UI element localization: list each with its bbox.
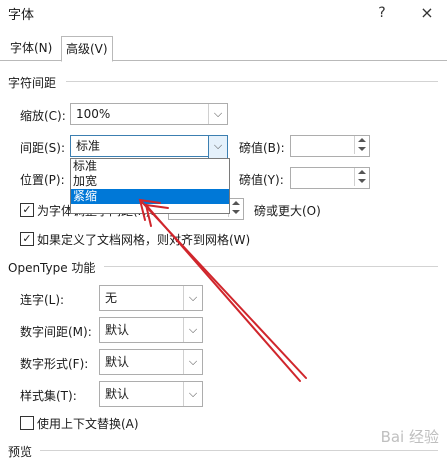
scale-label: 缩放(C):	[20, 109, 66, 123]
num-forms-combo[interactable]: 默认 ⌵	[99, 349, 203, 375]
spin-up-icon[interactable]	[355, 136, 369, 145]
chevron-down-icon[interactable]: ⌵	[183, 286, 202, 310]
dropdown-option-standard[interactable]: 标准	[71, 159, 229, 174]
grid-label: 如果定义了文档网格，则对齐到网格(W)	[37, 233, 251, 247]
position-pt-label: 磅值(Y):	[239, 173, 284, 187]
tab-advanced[interactable]: 高级(V)	[61, 36, 113, 62]
num-forms-value: 默认	[105, 355, 130, 369]
contextual-label: 使用上下文替换(A)	[37, 417, 139, 431]
spin-down-icon[interactable]	[355, 177, 369, 186]
spin-down-icon[interactable]	[229, 208, 243, 217]
spin-up-icon[interactable]	[355, 168, 369, 177]
chevron-down-icon[interactable]: ⌵	[183, 318, 202, 342]
grid-checkbox[interactable]: ✓	[20, 232, 34, 246]
num-spacing-value: 默认	[105, 323, 130, 337]
section-divider	[40, 450, 438, 451]
style-sets-combo[interactable]: 默认 ⌵	[99, 381, 203, 407]
position-pt-spinner[interactable]	[290, 167, 370, 189]
tab-font[interactable]: 字体(N)	[6, 36, 56, 60]
section-divider	[66, 81, 438, 82]
help-button[interactable]: ?	[371, 2, 393, 24]
close-button[interactable]: ×	[416, 2, 438, 24]
dialog-title: 字体	[8, 8, 35, 23]
spacing-combo[interactable]: 标准 ⌵	[70, 135, 228, 159]
kerning-suffix: 磅或更大(O)	[254, 204, 321, 218]
ligatures-value: 无	[105, 291, 118, 305]
style-sets-label: 样式集(T):	[20, 389, 77, 403]
num-forms-label: 数字形式(F):	[20, 357, 89, 371]
scale-combo[interactable]: 100% ⌵	[70, 103, 228, 125]
contextual-checkbox[interactable]	[20, 416, 34, 430]
num-spacing-label: 数字间距(M):	[20, 325, 92, 339]
chevron-down-icon[interactable]: ⌵	[183, 350, 202, 374]
chevron-down-icon[interactable]: ⌵	[208, 135, 228, 159]
ligatures-label: 连字(L):	[20, 293, 65, 307]
watermark-logo: Bai 经验	[380, 428, 439, 446]
spacing-label: 间距(S):	[20, 141, 66, 155]
spacing-pt-label: 磅值(B):	[239, 141, 285, 155]
spacing-value: 标准	[76, 139, 101, 153]
spin-up-icon[interactable]	[229, 199, 243, 208]
spin-down-icon[interactable]	[355, 145, 369, 154]
spacing-pt-spinner[interactable]	[290, 135, 370, 157]
dropdown-option-condensed[interactable]: 紧缩	[71, 189, 229, 204]
position-label: 位置(P):	[20, 173, 65, 187]
num-spacing-combo[interactable]: 默认 ⌵	[99, 317, 203, 343]
ligatures-combo[interactable]: 无 ⌵	[99, 285, 203, 311]
chevron-down-icon[interactable]: ⌵	[208, 104, 227, 124]
section-preview: 预览	[8, 445, 33, 459]
section-char-spacing: 字符间距	[8, 76, 57, 90]
kerning-checkbox[interactable]: ✓	[20, 203, 34, 217]
style-sets-value: 默认	[105, 387, 130, 401]
section-divider	[104, 266, 438, 267]
spacing-dropdown-list[interactable]: 标准 加宽 紧缩	[70, 158, 230, 214]
scale-value: 100%	[76, 107, 111, 121]
section-opentype: OpenType 功能	[8, 261, 96, 275]
chevron-down-icon[interactable]: ⌵	[183, 382, 202, 406]
dropdown-option-expanded[interactable]: 加宽	[71, 174, 229, 189]
